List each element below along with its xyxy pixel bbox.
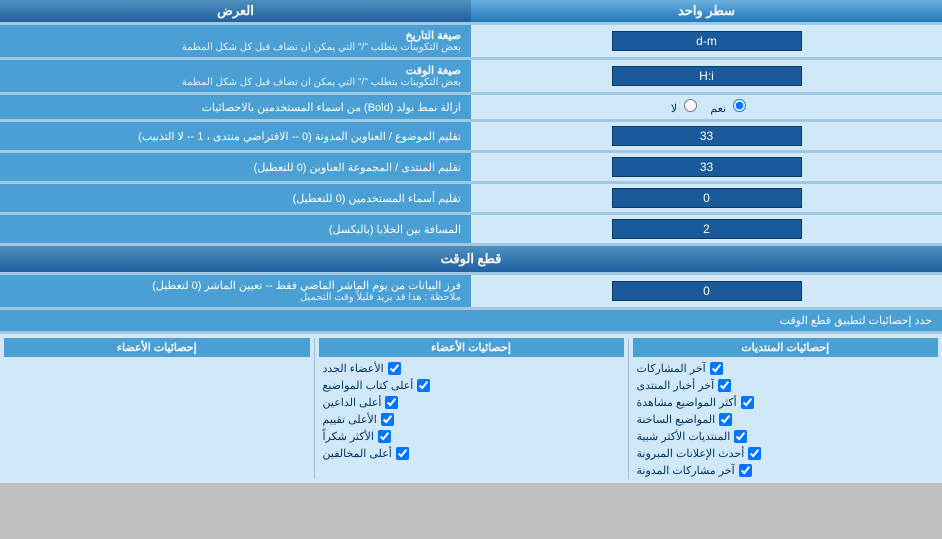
column-label: سطر واحد xyxy=(471,0,942,22)
checkbox-blog-posts[interactable] xyxy=(739,464,752,477)
cut-time-header: قطع الوقت xyxy=(0,246,942,272)
time-format-label: صيغة الوقت xyxy=(10,64,461,77)
forum-trim-input[interactable] xyxy=(612,157,802,177)
title-trim-input[interactable] xyxy=(612,126,802,146)
list-item: أعلى كتاب المواضيع xyxy=(319,377,624,394)
list-item: آخر أخبار المنتدى xyxy=(633,377,939,394)
cell-spacing-label: المسافة بين الخلايا (بالبكسل) xyxy=(10,223,461,236)
forum-trim-row: تقليم المنتدى / المجموعة العناوين (0 للت… xyxy=(0,153,942,181)
list-item: المنتديات الأكثر شبية xyxy=(633,428,939,445)
checkbox-latest-ads[interactable] xyxy=(748,447,761,460)
checkbox-new-members[interactable] xyxy=(388,362,401,375)
list-item: أعلى الداعين xyxy=(319,394,624,411)
title-trim-label: تقليم الموضوع / العناوين المدونة (0 -- ا… xyxy=(10,130,461,143)
cut-time-note: ملاحظة : هذا قد يزيد قليلاً وقت التحميل xyxy=(10,292,461,303)
stats-checkboxes-row: إحصائيات المنتديات آخر المشاركات آخر أخب… xyxy=(0,334,942,483)
list-item: أكثر المواضيع مشاهدة xyxy=(633,394,939,411)
radio-no[interactable] xyxy=(684,99,697,112)
cut-time-input[interactable] xyxy=(612,281,802,301)
time-format-input[interactable] xyxy=(612,66,802,86)
bold-remove-label: ازالة نمط بولد (Bold) من اسماء المستخدمي… xyxy=(10,101,461,114)
section-title: العرض xyxy=(0,0,471,22)
checkbox-top-violators[interactable] xyxy=(396,447,409,460)
cell-spacing-row: المسافة بين الخلايا (بالبكسل) xyxy=(0,215,942,243)
radio-yes[interactable] xyxy=(733,99,746,112)
checkbox-most-similar[interactable] xyxy=(734,430,747,443)
username-trim-input[interactable] xyxy=(612,188,802,208)
list-item: الأعلى تقييم xyxy=(319,411,624,428)
date-format-row: صيغة التاريخ بعض التكوينات يتطلب "/" الت… xyxy=(0,25,942,57)
time-format-sublabel: بعض التكوينات يتطلب "/" التي يمكن ان تضا… xyxy=(10,77,461,88)
date-format-sublabel: بعض التكوينات يتطلب "/" التي يمكن ان تضا… xyxy=(10,42,461,53)
username-trim-row: تقليم أسماء المستخدمين (0 للتعطيل) xyxy=(0,184,942,212)
list-item: المواضيع الساخنة xyxy=(633,411,939,428)
radio-no-label: لا xyxy=(671,103,677,115)
list-item: أحدث الإعلانات المبرونة xyxy=(633,445,939,462)
forum-trim-label: تقليم المنتدى / المجموعة العناوين (0 للت… xyxy=(10,161,461,174)
cell-spacing-input[interactable] xyxy=(612,219,802,239)
col2-title: إحصائيات الأعضاء xyxy=(319,338,624,357)
list-item: آخر مشاركات المدونة xyxy=(633,462,939,479)
bold-remove-row: نعم لا ازالة نمط بولد (Bold) من اسماء ال… xyxy=(0,95,942,119)
checkbox-most-thanked[interactable] xyxy=(378,430,391,443)
checkbox-hot-topics[interactable] xyxy=(719,413,732,426)
col1-title: إحصائيات المنتديات xyxy=(633,338,939,357)
list-item: الأكثر شكراً xyxy=(319,428,624,445)
checkbox-most-viewed[interactable] xyxy=(741,396,754,409)
stats-limit-row: حدد إحصائيات لتطبيق قطع الوقت xyxy=(0,310,942,331)
list-item: الأعضاء الجدد xyxy=(319,360,624,377)
cut-time-label: فرز البيانات من يوم الماشر الماضي فقط --… xyxy=(10,279,461,292)
date-format-input[interactable] xyxy=(612,31,802,51)
radio-yes-label: نعم xyxy=(710,103,726,115)
list-item: أعلى المخالفين xyxy=(319,445,624,462)
username-trim-label: تقليم أسماء المستخدمين (0 للتعطيل) xyxy=(10,192,461,205)
header-row: سطر واحد العرض xyxy=(0,0,942,22)
stats-limit-label: حدد إحصائيات لتطبيق قطع الوقت xyxy=(780,315,932,327)
checkbox-top-inviters[interactable] xyxy=(385,396,398,409)
cut-time-value-row: فرز البيانات من يوم الماشر الماضي فقط --… xyxy=(0,275,942,307)
cut-time-title: قطع الوقت xyxy=(441,251,502,266)
checkbox-forum-news[interactable] xyxy=(718,379,731,392)
checkbox-top-writers[interactable] xyxy=(417,379,430,392)
stats-table: إحصائيات المنتديات آخر المشاركات آخر أخب… xyxy=(0,338,942,479)
time-format-row: صيغة الوقت بعض التكوينات يتطلب "/" التي … xyxy=(0,60,942,92)
checkbox-top-rated[interactable] xyxy=(381,413,394,426)
list-item: آخر المشاركات xyxy=(633,360,939,377)
col3-title: إحصائيات الأعضاء xyxy=(4,338,310,357)
checkbox-last-posts[interactable] xyxy=(710,362,723,375)
title-trim-row: تقليم الموضوع / العناوين المدونة (0 -- ا… xyxy=(0,122,942,150)
date-format-label: صيغة التاريخ xyxy=(10,29,461,42)
